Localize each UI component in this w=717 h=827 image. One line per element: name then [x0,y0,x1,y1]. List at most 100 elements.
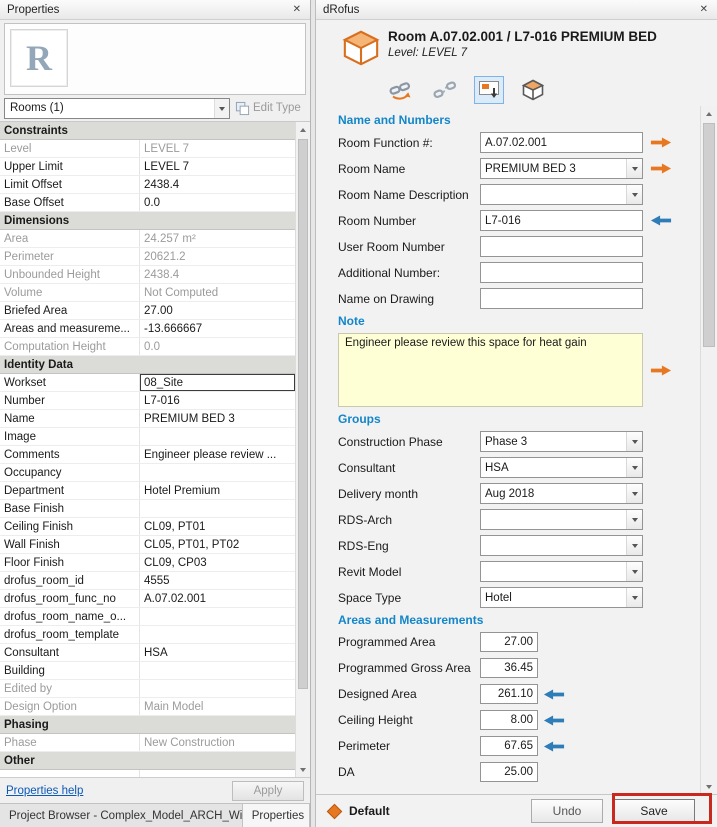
push-to-drofus-button[interactable] [474,76,504,104]
property-value-edited-by[interactable] [140,680,295,697]
field-label: Consultant [338,461,480,475]
property-value-building[interactable] [140,662,295,679]
property-value-perimeter[interactable]: 20621.2 [140,248,295,265]
designed-area-input[interactable]: 261.10 [480,684,538,704]
property-value-volume[interactable]: Not Computed [140,284,295,301]
tab-project-browser[interactable]: Project Browser - Complex_Model_ARCH_Wi.… [0,804,243,827]
edit-type-button[interactable]: Edit Type [235,101,301,116]
property-value-department[interactable]: Hotel Premium [140,482,295,499]
property-value-image[interactable] [140,428,295,445]
apply-button[interactable]: Apply [232,781,304,801]
property-value-computation-height[interactable]: 0.0 [140,338,295,355]
property-value-unbounded-height[interactable]: 2438.4 [140,266,295,283]
da-input[interactable]: 25.00 [480,762,538,782]
room-cube-icon [342,29,380,67]
property-value-drofus-room-template[interactable] [140,626,295,643]
field-label: Revit Model [338,565,480,579]
property-row-base-finish: Base Finish [0,500,295,518]
property-row-floor-finish: Floor FinishCL09, CP03 [0,554,295,572]
undo-button[interactable]: Undo [531,799,603,823]
rds-arch-combo[interactable] [480,509,643,530]
close-icon[interactable]: ✕ [291,4,303,15]
properties-scrollbar[interactable] [295,122,310,777]
property-value-level[interactable]: LEVEL 7 [140,140,295,157]
property-value-number[interactable]: L7-016 [140,392,295,409]
property-value-drofus-room-name-o[interactable] [140,608,295,625]
property-value-design-option[interactable]: Main Model [140,698,295,715]
property-value-limit-offset[interactable]: 2438.4 [140,176,295,193]
property-value-workset[interactable]: 08_Site [140,374,295,391]
property-value-consultant[interactable]: HSA [140,644,295,661]
drofus-scrollbar[interactable] [700,106,717,794]
property-value-occupancy[interactable] [140,464,295,481]
property-value-name[interactable]: PREMIUM BED 3 [140,410,295,427]
property-section-header-phasing[interactable]: Phasing [0,716,295,734]
property-value-upper-limit[interactable]: LEVEL 7 [140,158,295,175]
properties-help-link[interactable]: Properties help [6,785,83,797]
scroll-down-button[interactable] [701,779,717,794]
room-function-input[interactable]: A.07.02.001 [480,132,643,153]
property-row-department: DepartmentHotel Premium [0,482,295,500]
property-value-drofus-room-id[interactable]: 4555 [140,572,295,589]
construction-phase-combo[interactable]: Phase 3 [480,431,643,452]
consultant-combo[interactable]: HSA [480,457,643,478]
sync-links-button[interactable] [386,76,416,104]
property-value-floor-finish[interactable]: CL09, CP03 [140,554,295,571]
property-value-areas-and-measureme[interactable]: -13.666667 [140,320,295,337]
scroll-up-button[interactable] [296,122,310,137]
save-button[interactable]: Save [613,799,695,823]
property-value-phase[interactable]: New Construction [140,734,295,751]
property-value-base-offset[interactable]: 0.0 [140,194,295,211]
additional-number-input[interactable] [480,262,643,283]
property-section-header-constraints[interactable]: Constraints [0,122,295,140]
room-number-input[interactable]: L7-016 [480,210,643,231]
programmed-gross-area-input[interactable]: 36.45 [480,658,538,678]
field-row-room-name-description: Room Name Description [338,184,700,205]
property-value-drofus-room-func-no[interactable]: A.07.02.001 [140,590,295,607]
property-row-unbounded-height: Unbounded Height2438.4 [0,266,295,284]
space-type-combo[interactable]: Hotel [480,587,643,608]
type-selector-dropdown[interactable]: Rooms (1) [4,98,230,119]
perimeter-input[interactable]: 67.65 [480,736,538,756]
scroll-track[interactable] [296,137,310,762]
area-row-programmed-area: Programmed Area27.00 [338,632,700,652]
property-value-ceiling-finish[interactable]: CL09, PT01 [140,518,295,535]
property-label: Floor Finish [0,554,140,571]
property-value-area[interactable]: 24.257 m² [140,230,295,247]
property-value-comments[interactable]: Engineer please review ... [140,446,295,463]
name-on-drawing-input[interactable] [480,288,643,309]
scroll-thumb[interactable] [298,139,308,689]
property-row-design-option: Design OptionMain Model [0,698,295,716]
property-value-blank[interactable] [140,770,295,777]
ceiling-height-input[interactable]: 8.00 [480,710,538,730]
room-name-combo[interactable]: PREMIUM BED 3 [480,158,643,179]
scroll-track[interactable] [701,121,717,779]
property-section-header-other[interactable]: Other [0,752,295,770]
property-row-briefed-area: Briefed Area27.00 [0,302,295,320]
property-label: Department [0,482,140,499]
property-section-header-identity-data[interactable]: Identity Data [0,356,295,374]
field-label: Name on Drawing [338,292,480,306]
break-link-button[interactable] [430,76,460,104]
open-in-drofus-button[interactable] [518,76,548,104]
delivery-month-combo[interactable]: Aug 2018 [480,483,643,504]
combo-value: Phase 3 [485,436,626,448]
property-row-perimeter: Perimeter20621.2 [0,248,295,266]
note-input[interactable]: Engineer please review this space for he… [338,333,643,407]
close-icon[interactable]: ✕ [698,4,710,15]
property-value-base-finish[interactable] [140,500,295,517]
tab-properties[interactable]: Properties [243,804,310,827]
scroll-down-button[interactable] [296,762,310,777]
combo-value: Hotel [485,592,626,604]
scroll-thumb[interactable] [703,123,715,347]
revit-model-combo[interactable] [480,561,643,582]
property-section-header-dimensions[interactable]: Dimensions [0,212,295,230]
scroll-up-button[interactable] [701,106,717,121]
room-name-description-combo[interactable] [480,184,643,205]
property-value-briefed-area[interactable]: 27.00 [140,302,295,319]
property-value-wall-finish[interactable]: CL05, PT01, PT02 [140,536,295,553]
thumbnail-letter: R [26,37,52,79]
programmed-area-input[interactable]: 27.00 [480,632,538,652]
rds-eng-combo[interactable] [480,535,643,556]
user-room-number-input[interactable] [480,236,643,257]
